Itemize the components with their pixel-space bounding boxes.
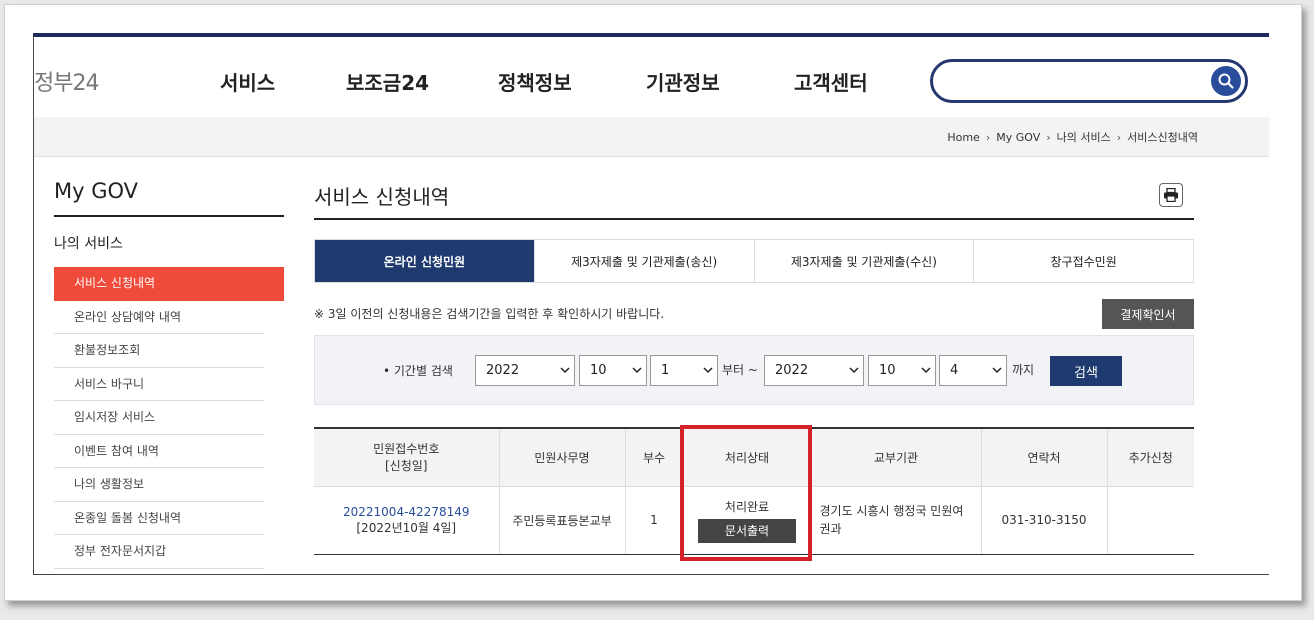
header-extra: 추가신청 <box>1107 428 1194 487</box>
sidebar-item-temp-saved[interactable]: 임시저장 서비스 <box>54 401 264 435</box>
breadcrumb-mygov[interactable]: My GOV <box>996 131 1040 144</box>
search-input[interactable] <box>930 59 1248 103</box>
table-row: 20221004-42278149 [2022년10월 4일] 주민등록표등본교… <box>314 486 1194 555</box>
chevron-right-icon: › <box>1116 130 1122 144</box>
tab-third-party-receive[interactable]: 제3자제출 및 기관제출(수신) <box>754 240 975 282</box>
breadcrumb-current: 서비스신청내역 <box>1127 131 1198 144</box>
sidebar-item-refund[interactable]: 환불정보조회 <box>54 334 264 368</box>
date-filter: • 기간별 검색 2022 10 1 부터 ~ 2022 10 4 까지 검색 <box>314 335 1194 405</box>
breadcrumb-my-services[interactable]: 나의 서비스 <box>1057 129 1111 145</box>
sidebar-menu: 서비스 신청내역 온라인 상담예약 내역 환불정보조회 서비스 바구니 임시저장… <box>54 267 284 569</box>
sidebar-item-childcare[interactable]: 온종일 돌봄 신청내역 <box>54 502 264 535</box>
from-day-value: 1 <box>661 363 670 378</box>
petition-table: 민원접수번호 [신청일] 민원사무명 부수 처리상태 교부기관 연락처 추가신청… <box>314 427 1194 555</box>
chevron-right-icon: › <box>1046 130 1051 144</box>
chevron-right-icon: › <box>985 130 991 144</box>
sidebar-item-service-history[interactable]: 서비스 신청내역 <box>54 267 284 301</box>
page: 정부24 서비스 보조금24 정책정보 기관정보 고객센터 Home › My … <box>33 33 1269 575</box>
header-apply-date-label: [신청일] <box>385 459 428 474</box>
tab-third-party-send[interactable]: 제3자제출 및 기관제출(송신) <box>534 240 755 282</box>
tab-counter-petition[interactable]: 창구접수민원 <box>974 240 1193 282</box>
tab-bar: 온라인 신청민원 제3자제출 및 기관제출(송신) 제3자제출 및 기관제출(수… <box>314 239 1194 283</box>
chevron-down-icon <box>632 367 642 374</box>
nav-policy[interactable]: 정책정보 <box>498 67 572 96</box>
chevron-down-icon <box>703 367 713 374</box>
cell-extra <box>1107 486 1194 555</box>
cell-contact: 031-310-3150 <box>981 486 1108 555</box>
chevron-down-icon <box>560 367 570 374</box>
header-receipt-no: 민원접수번호 [신청일] <box>314 428 500 487</box>
cell-receipt: 20221004-42278149 [2022년10월 4일] <box>314 486 500 555</box>
screenshot-frame: 정부24 서비스 보조금24 정책정보 기관정보 고객센터 Home › My … <box>4 4 1302 601</box>
nav-customer-center[interactable]: 고객센터 <box>794 67 868 96</box>
sidebar-item-life-info[interactable]: 나의 생활정보 <box>54 468 264 502</box>
cell-status: 처리완료 문서출력 <box>683 486 812 555</box>
breadcrumb-home[interactable]: Home <box>947 131 979 144</box>
sidebar-section-title: 나의 서비스 <box>54 236 123 252</box>
title-divider <box>314 218 1194 220</box>
sidebar-divider <box>54 215 284 217</box>
from-day-select[interactable]: 1 <box>650 355 718 386</box>
search-button[interactable] <box>1211 66 1241 96</box>
payment-receipt-button[interactable]: 결제확인서 <box>1102 299 1194 329</box>
cell-copies: 1 <box>625 486 684 555</box>
to-year-value: 2022 <box>775 363 809 378</box>
nav-subsidy[interactable]: 보조금24 <box>346 67 429 96</box>
table-header-row: 민원접수번호 [신청일] 민원사무명 부수 처리상태 교부기관 연락처 추가신청 <box>314 428 1194 487</box>
to-year-select[interactable]: 2022 <box>764 355 864 386</box>
header-status: 처리상태 <box>683 428 812 487</box>
chevron-down-icon <box>921 367 931 374</box>
header-receipt-no-label: 민원접수번호 <box>373 442 440 457</box>
sidebar-title: My GOV <box>54 179 139 203</box>
header-copies: 부수 <box>625 428 684 487</box>
from-month-value: 10 <box>590 363 607 378</box>
cell-service-name: 주민등록표등본교부 <box>499 486 626 555</box>
receipt-number-link[interactable]: 20221004-42278149 <box>343 505 470 519</box>
breadcrumb: Home › My GOV › 나의 서비스 › 서비스신청내역 <box>947 129 1198 145</box>
sidebar-item-service-basket[interactable]: 서비스 바구니 <box>54 368 264 401</box>
sidebar-item-doc-wallet[interactable]: 정부 전자문서지갑 <box>54 535 264 569</box>
page-title: 서비스 신청내역 <box>314 185 450 209</box>
nav-agency[interactable]: 기관정보 <box>646 67 720 96</box>
print-button[interactable] <box>1159 183 1183 207</box>
chevron-down-icon <box>992 367 1002 374</box>
print-document-button[interactable]: 문서출력 <box>698 518 796 543</box>
site-logo[interactable]: 정부24 <box>34 65 99 97</box>
to-day-select[interactable]: 4 <box>939 355 1007 386</box>
printer-icon <box>1164 188 1178 202</box>
to-month-value: 10 <box>879 363 896 378</box>
sidebar-item-consult-reservation[interactable]: 온라인 상담예약 내역 <box>54 301 264 334</box>
notice-text: ※ 3일 이전의 신청내용은 검색기간을 입력한 후 확인하시기 바랍니다. <box>314 307 665 321</box>
from-year-value: 2022 <box>486 363 520 378</box>
chevron-down-icon <box>849 367 859 374</box>
cell-agency: 경기도 시흥시 행정국 민원여권과 <box>811 486 982 555</box>
apply-date: [2022년10월 4일] <box>356 520 457 535</box>
from-month-select[interactable]: 10 <box>579 355 647 386</box>
breadcrumb-bar: Home › My GOV › 나의 서비스 › 서비스신청내역 <box>34 117 1269 157</box>
filter-label: • 기간별 검색 <box>383 364 453 378</box>
from-year-select[interactable]: 2022 <box>475 355 575 386</box>
to-month-select[interactable]: 10 <box>868 355 936 386</box>
search-icon <box>1218 73 1234 89</box>
to-suffix: 까지 <box>1012 363 1035 377</box>
sidebar-item-events[interactable]: 이벤트 참여 내역 <box>54 435 264 468</box>
search-period-button[interactable]: 검색 <box>1050 356 1122 386</box>
to-day-value: 4 <box>950 363 959 378</box>
from-suffix: 부터 ~ <box>722 363 758 377</box>
header-agency: 교부기관 <box>811 428 982 487</box>
header-contact: 연락처 <box>981 428 1108 487</box>
header-service-name: 민원사무명 <box>499 428 626 487</box>
nav-services[interactable]: 서비스 <box>220 67 275 96</box>
status-text: 처리완료 <box>724 499 770 514</box>
tab-online-petition[interactable]: 온라인 신청민원 <box>315 240 535 282</box>
